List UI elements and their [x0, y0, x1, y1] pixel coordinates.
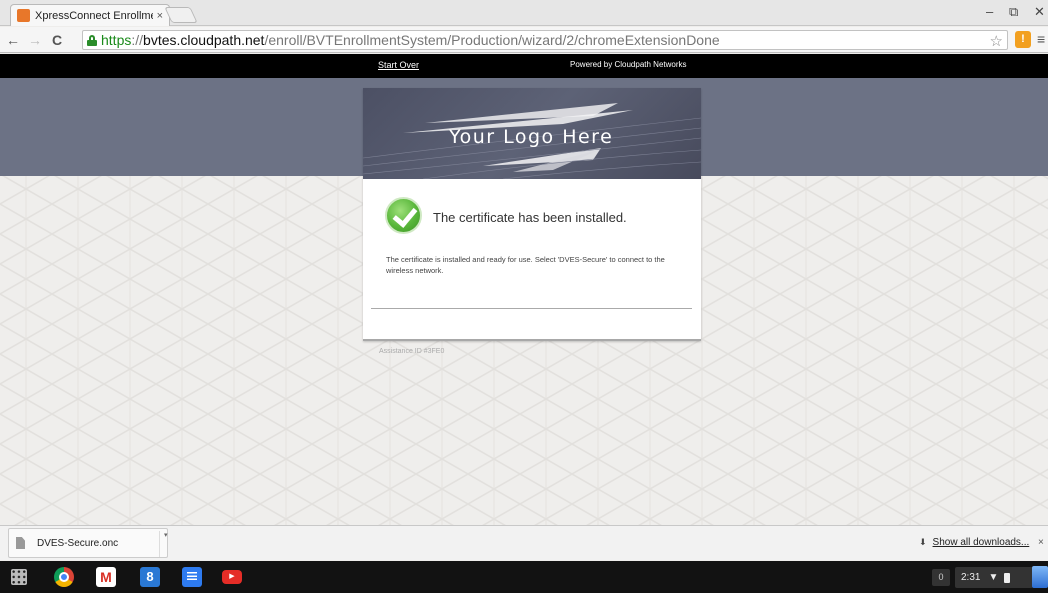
docs-icon[interactable]	[182, 567, 202, 587]
url-host: bvtes.cloudpath.net	[143, 32, 265, 48]
lock-icon	[87, 34, 97, 46]
url-scheme: https	[101, 32, 132, 48]
battery-icon	[1004, 572, 1011, 583]
favicon-icon	[17, 9, 30, 22]
show-all-downloads-label: Show all downloads...	[932, 537, 1030, 548]
chrome-icon[interactable]	[54, 567, 74, 587]
logo-text: Your Logo Here	[449, 126, 614, 148]
back-arrow-icon[interactable]: ←	[4, 32, 22, 48]
show-all-downloads-link[interactable]: ⬇ Show all downloads...	[919, 537, 1029, 548]
status-tray[interactable]: 2:31 ▼	[955, 567, 1033, 588]
reload-icon[interactable]: C	[48, 32, 66, 48]
download-item[interactable]: DVES-Secure.onc ▾	[8, 528, 168, 558]
browser-tab[interactable]: XpressConnect Enrollme ×	[10, 4, 170, 26]
close-window-icon[interactable]: ✕	[1034, 4, 1045, 20]
enrollment-card: Your Logo Here The certificate has been …	[363, 88, 701, 341]
app-launcher-icon[interactable]	[11, 569, 27, 585]
google-plus-icon[interactable]: 8	[140, 567, 160, 587]
status-heading: The certificate has been installed.	[433, 210, 627, 225]
browser-toolbar: ← → C https://bvtes.cloudpath.net/enroll…	[0, 27, 1048, 53]
clock: 2:31	[961, 572, 981, 583]
download-filename: DVES-Secure.onc	[37, 538, 119, 549]
logo-banner: Your Logo Here	[363, 88, 701, 179]
page-content: Start Over Powered by Cloudpath Networks…	[0, 54, 1048, 525]
success-check-icon	[385, 197, 422, 234]
notification-count[interactable]: 0	[932, 569, 950, 586]
menu-icon[interactable]: ≡	[1037, 31, 1045, 47]
download-shelf: DVES-Secure.onc ▾ ⬇ Show all downloads..…	[0, 525, 1048, 560]
file-icon	[16, 537, 25, 549]
page-topbar: Start Over Powered by Cloudpath Networks	[0, 54, 1048, 78]
bookmark-star-icon[interactable]: ☆	[990, 32, 1003, 50]
assistance-id: Assistance ID #3FE0	[379, 348, 445, 355]
card-divider	[371, 308, 692, 309]
url-text: https://bvtes.cloudpath.net/enroll/BVTEn…	[101, 32, 720, 48]
status-message: The certificate is installed and ready f…	[386, 255, 665, 275]
youtube-icon[interactable]: ▶	[222, 570, 242, 584]
url-path: /enroll/BVTEnrollmentSystem/Production/w…	[264, 32, 720, 48]
minimize-icon[interactable]: –	[986, 4, 993, 19]
forward-arrow-icon[interactable]: →	[26, 32, 44, 48]
powered-by-text: Powered by Cloudpath Networks	[570, 60, 687, 69]
tab-strip: XpressConnect Enrollme × – ⧉ ✕	[0, 0, 1048, 26]
wifi-icon: ▼	[988, 572, 999, 583]
download-menu-caret-icon[interactable]: ▾	[159, 531, 168, 557]
tab-title: XpressConnect Enrollme	[35, 9, 153, 22]
gmail-icon[interactable]: M	[96, 567, 116, 587]
download-arrow-icon: ⬇	[919, 537, 927, 547]
url-separator: ://	[131, 32, 144, 48]
address-bar[interactable]: https://bvtes.cloudpath.net/enroll/BVTEn…	[82, 30, 1008, 50]
extension-icon[interactable]: !	[1015, 31, 1031, 48]
os-shelf: M 8 ▶ 0 2:31 ▼	[0, 561, 1048, 593]
start-over-link[interactable]: Start Over	[378, 60, 419, 70]
tab-close-icon[interactable]: ×	[157, 10, 163, 22]
close-shelf-icon[interactable]: ×	[1038, 537, 1044, 548]
user-avatar[interactable]	[1032, 566, 1048, 588]
restore-icon[interactable]: ⧉	[1009, 4, 1018, 20]
